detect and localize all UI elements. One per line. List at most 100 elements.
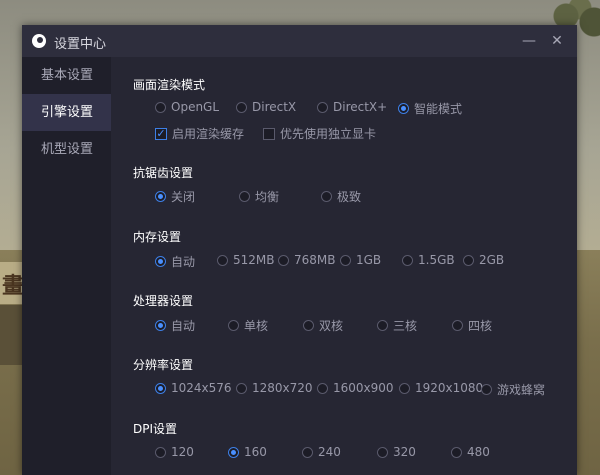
option-label: 1024x576 (171, 381, 232, 395)
dpi-option-480[interactable]: 480 (451, 445, 490, 459)
radio-icon (155, 101, 166, 113)
settings-dialog: 设置中心 — ✕ 基本设置 引擎设置 机型设置 画面渲染模式 OpenGL Di… (22, 25, 577, 475)
dpi-title: DPI设置 (133, 422, 178, 436)
memory-option-1-5gb[interactable]: 1.5GB (402, 253, 455, 267)
antialias-option-off[interactable]: 关闭 (155, 188, 195, 205)
memory-option-2gb[interactable]: 2GB (463, 253, 504, 267)
radio-selected-icon (228, 446, 239, 458)
close-button[interactable]: ✕ (547, 31, 567, 51)
radio-icon (377, 446, 388, 458)
option-label: 240 (318, 445, 341, 459)
render-mode-option-directx-plus[interactable]: DirectX+ (317, 100, 387, 114)
radio-icon (481, 384, 492, 395)
title-bar[interactable]: 设置中心 — ✕ (22, 25, 577, 57)
dpi-option-160[interactable]: 160 (228, 445, 267, 459)
radio-selected-icon (155, 256, 166, 267)
prefer-discrete-gpu-checkbox[interactable]: 优先使用独立显卡 (263, 125, 376, 142)
cpu-title: 处理器设置 (133, 294, 194, 308)
antialias-option-ultra[interactable]: 极致 (321, 188, 361, 205)
antialias-title: 抗锯齿设置 (133, 166, 194, 180)
radio-selected-icon (155, 320, 166, 331)
option-label: 320 (393, 445, 416, 459)
option-label: 120 (171, 445, 194, 459)
render-mode-option-smart[interactable]: 智能模式 (398, 100, 462, 117)
radio-icon (228, 320, 239, 331)
cpu-option-dual[interactable]: 双核 (303, 317, 343, 334)
window-title: 设置中心 (54, 37, 107, 52)
radio-icon (317, 101, 328, 113)
sidebar-item-device[interactable]: 机型设置 (22, 131, 111, 168)
option-label: 自动 (171, 255, 196, 269)
render-mode-option-opengl[interactable]: OpenGL (155, 100, 219, 114)
radio-selected-icon (155, 191, 166, 202)
radio-icon (452, 320, 463, 331)
dpi-option-120[interactable]: 120 (155, 445, 194, 459)
option-label: 双核 (319, 319, 344, 333)
cpu-option-auto[interactable]: 自动 (155, 317, 195, 334)
option-label: 极致 (337, 190, 362, 204)
enable-render-cache-checkbox[interactable]: ✓ 启用渲染缓存 (155, 125, 244, 142)
radio-icon (302, 446, 313, 458)
option-label: OpenGL (171, 100, 220, 114)
minimize-button[interactable]: — (519, 31, 539, 51)
radio-icon (451, 446, 462, 458)
memory-option-auto[interactable]: 自动 (155, 253, 195, 270)
option-label: 均衡 (255, 190, 280, 204)
background-shed (0, 305, 24, 365)
resolution-option-1024x576[interactable]: 1024x576 (155, 381, 232, 395)
radio-selected-icon (155, 382, 166, 394)
option-label: 智能模式 (414, 102, 463, 116)
render-mode-option-directx[interactable]: DirectX (236, 100, 296, 114)
memory-option-768mb[interactable]: 768MB (278, 253, 336, 267)
dpi-option-320[interactable]: 320 (377, 445, 416, 459)
radio-icon (303, 320, 314, 331)
checkbox-label: 启用渲染缓存 (172, 127, 245, 141)
radio-icon (278, 254, 289, 266)
option-label: 1920x1080 (415, 381, 484, 395)
option-label: 768MB (294, 253, 336, 267)
cpu-option-single[interactable]: 单核 (228, 317, 268, 334)
memory-title: 内存设置 (133, 230, 182, 244)
option-label: 480 (467, 445, 490, 459)
dpi-option-240[interactable]: 240 (302, 445, 341, 459)
radio-icon (217, 254, 228, 266)
resolution-option-game-hive[interactable]: 游戏蜂窝 (481, 381, 545, 398)
option-label: 四核 (468, 319, 493, 333)
sidebar-item-engine[interactable]: 引擎设置 (22, 94, 111, 131)
cpu-option-quad[interactable]: 四核 (452, 317, 492, 334)
radio-icon (321, 191, 332, 202)
option-label: 1GB (356, 253, 382, 267)
option-label: 1600x900 (333, 381, 394, 395)
option-label: 自动 (171, 319, 196, 333)
resolution-title: 分辨率设置 (133, 358, 194, 372)
resolution-option-1280x720[interactable]: 1280x720 (236, 381, 313, 395)
resolution-option-1920x1080[interactable]: 1920x1080 (399, 381, 483, 395)
radio-icon (155, 446, 166, 458)
cpu-option-triple[interactable]: 三核 (377, 317, 417, 334)
radio-icon (399, 382, 410, 394)
app-logo-icon (32, 34, 46, 48)
option-label: 1280x720 (252, 381, 313, 395)
option-label: DirectX (252, 100, 297, 114)
option-label: 160 (244, 445, 267, 459)
sidebar-item-basic[interactable]: 基本设置 (22, 57, 111, 94)
checkbox-checked-icon: ✓ (155, 126, 167, 140)
option-label: 1.5GB (418, 253, 455, 267)
background-sign-text: 畫 (2, 274, 25, 299)
option-label: 单核 (244, 319, 269, 333)
option-label: 512MB (233, 253, 275, 267)
radio-icon (236, 101, 247, 113)
radio-icon (463, 254, 474, 266)
checkbox-icon (263, 127, 275, 140)
resolution-option-1600x900[interactable]: 1600x900 (317, 381, 394, 395)
radio-icon (317, 382, 328, 394)
radio-icon (236, 382, 247, 394)
memory-option-1gb[interactable]: 1GB (340, 253, 381, 267)
antialias-option-balanced[interactable]: 均衡 (239, 188, 279, 205)
radio-icon (402, 254, 413, 266)
option-label: 三核 (393, 319, 418, 333)
checkbox-label: 优先使用独立显卡 (280, 127, 377, 141)
radio-icon (377, 320, 388, 331)
option-label: 关闭 (171, 190, 196, 204)
memory-option-512mb[interactable]: 512MB (217, 253, 275, 267)
